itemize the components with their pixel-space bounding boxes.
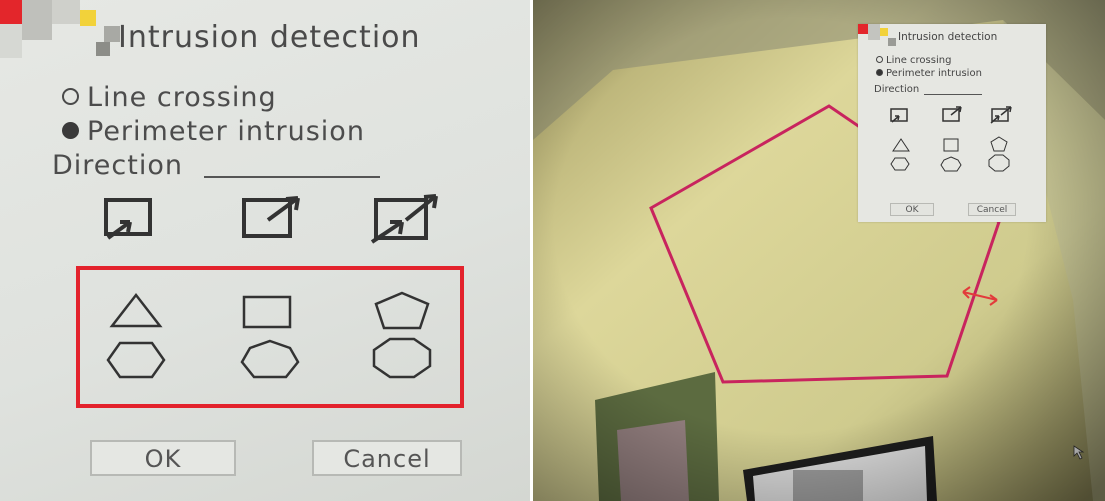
cancel-button[interactable]: Cancel [312,440,462,476]
direction-label: Direction [52,150,183,181]
small-perimeter-intrusion-option[interactable]: Perimeter intrusion [876,68,982,79]
small-line-crossing-label: Line crossing [886,55,952,66]
pentagon-icon[interactable] [372,290,432,332]
square-icon[interactable] [240,294,296,330]
small-enter-region-icon[interactable] [888,106,910,124]
small-octagon-icon[interactable] [988,154,1010,172]
small-triangle-icon[interactable] [892,138,910,152]
dialog-title: Intrusion detection [118,20,421,55]
small-hexagon-icon[interactable] [890,157,910,171]
perimeter-intrusion-option[interactable]: Perimeter intrusion [62,116,365,147]
line-crossing-radio[interactable] [62,88,79,105]
line-crossing-option[interactable]: Line crossing [62,82,277,113]
camera-live-view: Intrusion detection Line crossing Perime… [533,0,1105,501]
zoomed-dialog-panel: Intrusion detection Line crossing Perime… [0,0,530,501]
ok-button[interactable]: OK [90,440,236,476]
perimeter-intrusion-radio[interactable] [62,122,79,139]
direction-underline [204,176,380,178]
small-perimeter-intrusion-label: Perimeter intrusion [886,68,982,79]
triangle-icon[interactable] [108,292,164,330]
exit-region-icon[interactable] [238,190,308,244]
small-exit-region-icon[interactable] [940,104,964,124]
line-crossing-label: Line crossing [87,82,277,113]
small-square-icon[interactable] [942,138,960,152]
small-line-crossing-option[interactable]: Line crossing [876,55,951,66]
small-bidirectional-region-icon[interactable] [988,104,1014,124]
bidirectional-region-icon[interactable] [368,188,444,246]
small-dialog-title: Intrusion detection [898,31,998,43]
perimeter-intrusion-label: Perimeter intrusion [87,116,365,147]
octagon-icon[interactable] [370,336,434,380]
small-pentagon-icon[interactable] [990,136,1008,152]
small-direction-underline [924,94,982,95]
small-ok-button[interactable]: OK [890,203,934,216]
dialog-overlay: Intrusion detection Line crossing Perime… [858,24,1046,222]
small-line-crossing-radio[interactable] [876,56,883,63]
hexagon-icon[interactable] [104,340,168,380]
small-heptagon-icon[interactable] [940,156,962,172]
small-cancel-button[interactable]: Cancel [968,203,1016,216]
small-direction-label: Direction [874,84,920,95]
heptagon-icon[interactable] [238,338,302,380]
small-perimeter-intrusion-radio[interactable] [876,69,883,76]
enter-region-icon[interactable] [100,192,160,244]
